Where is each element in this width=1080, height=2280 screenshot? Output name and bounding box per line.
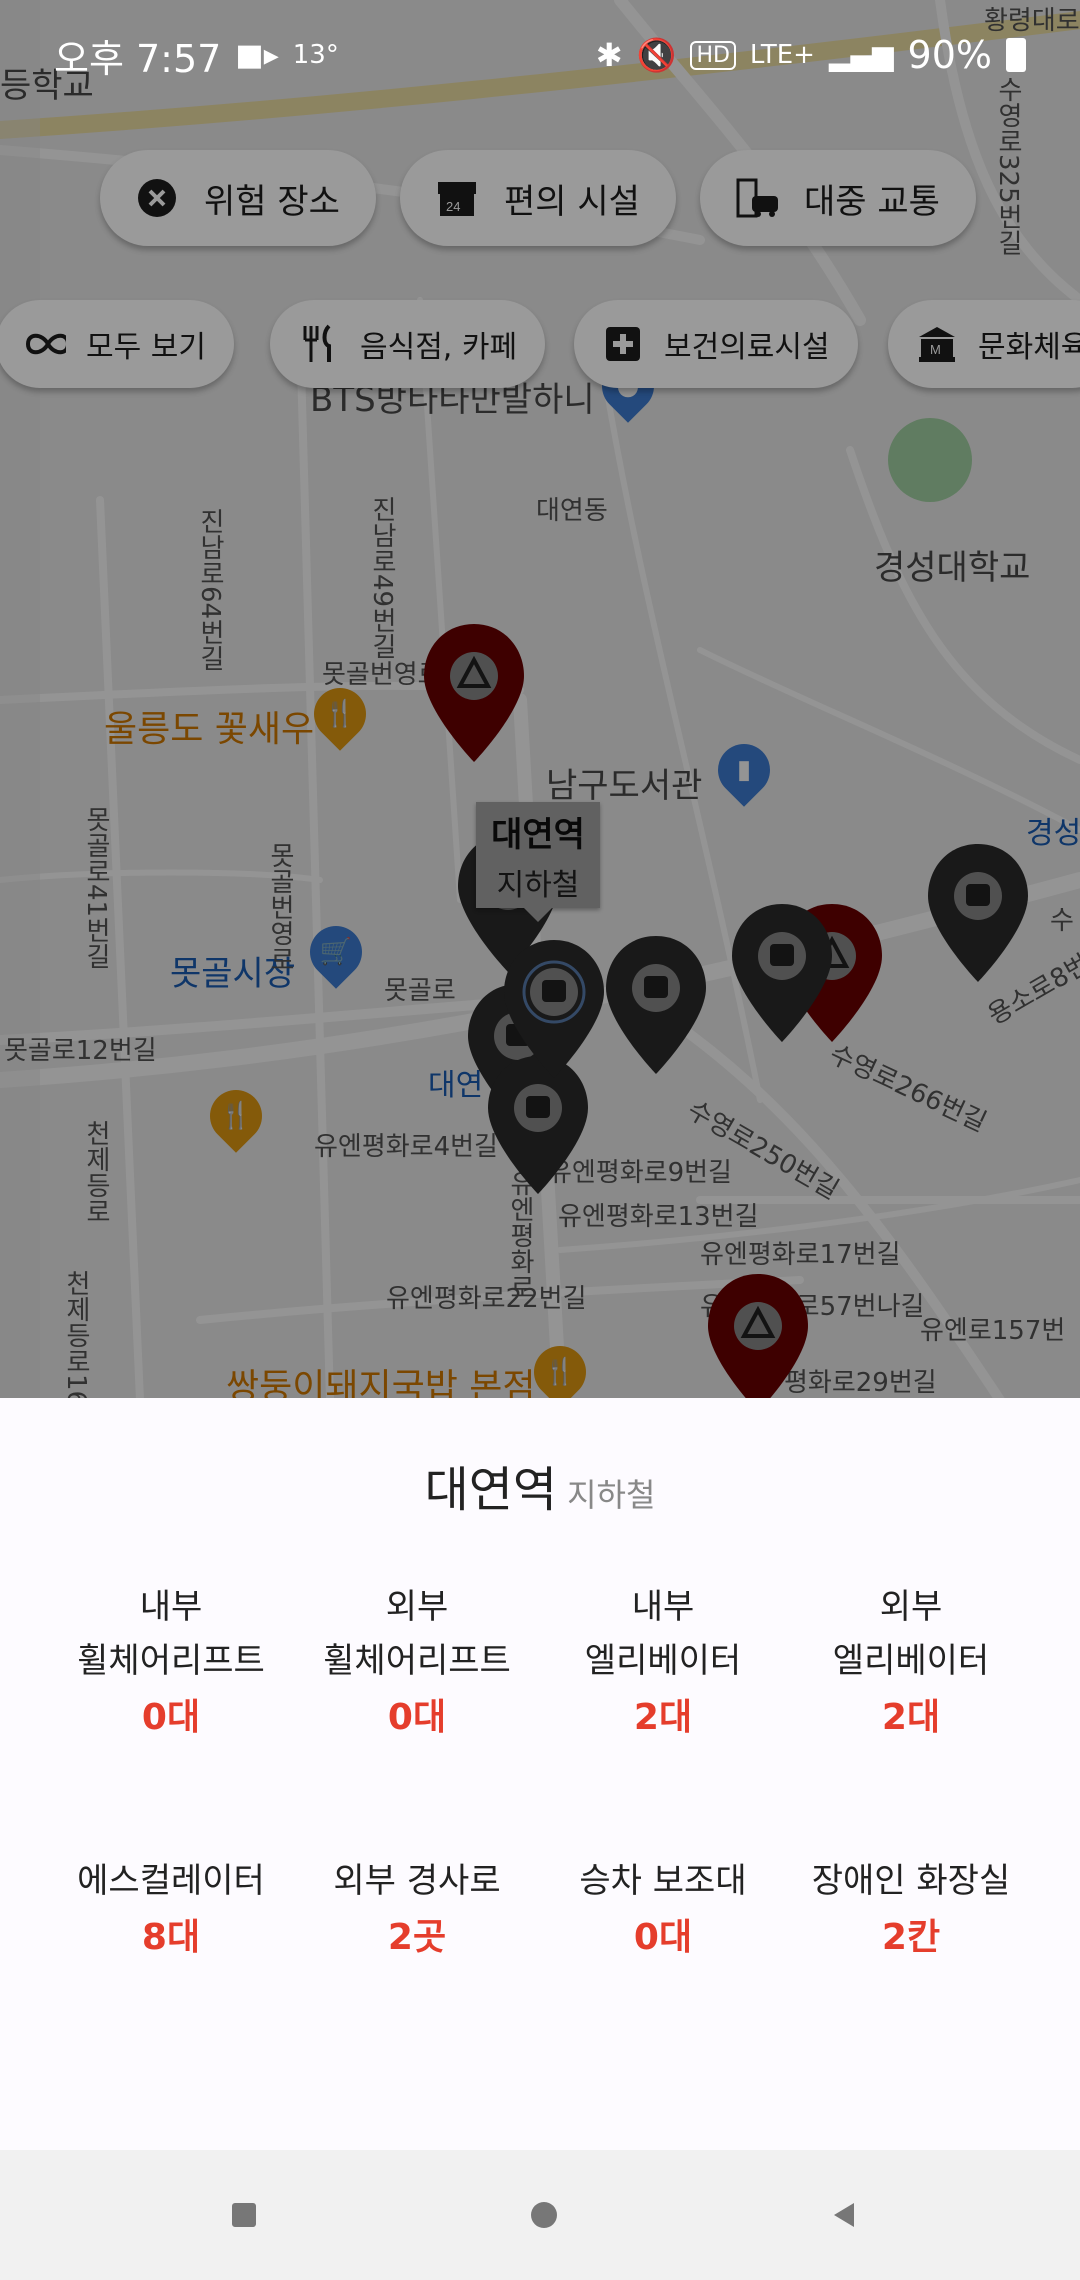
square-icon [232, 2203, 256, 2227]
stat-accessible-toilet: 장애인 화장실 2칸 [776, 1854, 1046, 1968]
medical-cross-icon [602, 323, 644, 365]
stat-internal-wheelchair-lift: 내부 휠체어리프트 0대 [36, 1580, 306, 1748]
filter-chip-danger[interactable]: 위험 장소 [100, 150, 376, 246]
filter-chip-label: 문화체육 [978, 330, 1080, 365]
filter-chip-label: 보건의료시설 [664, 330, 830, 365]
filter-chip-label: 편의 시설 [504, 181, 640, 222]
stat-label: 에스컬레이터 [77, 1861, 265, 1901]
filter-chip-all[interactable]: 모두 보기 [0, 300, 234, 388]
place-name: 대연역 [424, 1462, 558, 1518]
store-24-icon: 24 [436, 177, 478, 219]
triangle-left-icon [834, 2203, 854, 2227]
filter-chip-label: 음식점, 카페 [360, 330, 518, 365]
stat-escalator: 에스컬레이터 8대 [36, 1854, 306, 1968]
filter-chip-label: 대중 교통 [804, 181, 940, 222]
mute-icon: 🔇 [636, 36, 677, 74]
stat-label: 장애인 화장실 [811, 1861, 1011, 1901]
filter-chip-restaurant[interactable]: 음식점, 카페 [270, 300, 546, 388]
status-bar: 오후 7:57 ■▸ 13° ✱ 🔇 HD LTE+ ▂▄▆ 90% [0, 0, 1080, 110]
stat-value: 2곳 [387, 1917, 447, 1958]
status-network: LTE+ [749, 40, 815, 70]
stat-value: 2대 [633, 1697, 693, 1738]
status-temperature: 13° [292, 40, 339, 70]
stat-label: 외부 경사로 [333, 1861, 501, 1901]
signal-icon: ▂▄▆ [828, 38, 894, 72]
filter-chip-label: 모두 보기 [86, 330, 206, 365]
danger-x-icon [136, 177, 178, 219]
stat-value: 2칸 [881, 1917, 941, 1958]
hd-icon: HD [690, 40, 736, 70]
sheet-header: 대연역 지하철 [0, 1450, 1080, 1520]
museum-icon: M [916, 323, 958, 365]
stat-label: 외부 엘리베이터 [832, 1587, 990, 1681]
place-type: 지하철 [567, 1476, 656, 1514]
video-camera-icon: ■▸ [235, 37, 279, 73]
stat-value: 0대 [387, 1697, 447, 1738]
place-detail-sheet: 대연역 지하철 내부 휠체어리프트 0대 외부 휠체어리프트 0대 내부 엘리베이… [0, 1398, 1080, 2150]
status-battery: 90% [907, 33, 992, 77]
circle-icon [531, 2202, 557, 2228]
stat-label: 승차 보조대 [579, 1861, 747, 1901]
restaurant-icon [298, 323, 340, 365]
filter-chip-transit[interactable]: 대중 교통 [700, 150, 976, 246]
infinity-icon [24, 323, 66, 365]
stat-value: 2대 [881, 1697, 941, 1738]
stat-boarding-aid: 승차 보조대 0대 [528, 1854, 798, 1968]
stat-value: 8대 [141, 1917, 201, 1958]
svg-text:24: 24 [446, 199, 460, 214]
stat-label: 내부 엘리베이터 [584, 1587, 742, 1681]
stat-value: 0대 [141, 1697, 201, 1738]
stat-label: 내부 휠체어리프트 [77, 1587, 265, 1681]
stat-external-elevator: 외부 엘리베이터 2대 [776, 1580, 1046, 1748]
battery-icon [1006, 38, 1026, 72]
system-nav-bar [0, 2150, 1080, 2280]
recent-apps-button[interactable] [214, 2190, 274, 2240]
app-screen: BTS방타타만발하니 대연동 경성대학교 못골번영로 울릉도 꽃새우 남구도서관… [0, 0, 1080, 2280]
stat-internal-elevator: 내부 엘리베이터 2대 [528, 1580, 798, 1748]
stat-external-ramp: 외부 경사로 2곳 [282, 1854, 552, 1968]
filter-chip-label: 위험 장소 [204, 181, 340, 222]
stat-label: 외부 휠체어리프트 [323, 1587, 511, 1681]
filter-chip-culture[interactable]: M 문화체육 [888, 300, 1080, 388]
stat-external-wheelchair-lift: 외부 휠체어리프트 0대 [282, 1580, 552, 1748]
svg-text:M: M [930, 342, 941, 357]
filter-chip-medical[interactable]: 보건의료시설 [574, 300, 858, 388]
bluetooth-icon: ✱ [595, 36, 623, 74]
home-button[interactable] [514, 2190, 574, 2240]
back-button[interactable] [814, 2190, 874, 2240]
stat-value: 0대 [633, 1917, 693, 1958]
status-time: 오후 7:57 [54, 36, 222, 81]
filter-chip-convenience[interactable]: 24 편의 시설 [400, 150, 676, 246]
transit-icon [736, 177, 778, 219]
